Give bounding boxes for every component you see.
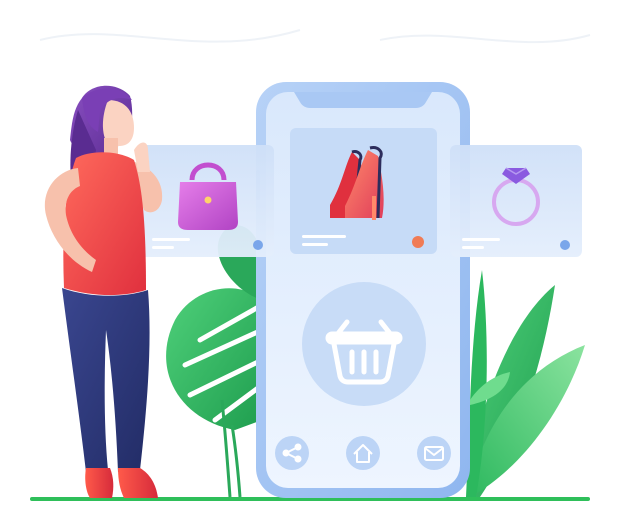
product-card-high-heels-button[interactable] — [290, 128, 437, 254]
monstera-leaf-left — [166, 225, 265, 498]
product-card-ring-button[interactable] — [450, 145, 582, 257]
illustration-canvas — [30, 29, 591, 501]
home-button[interactable] — [346, 436, 380, 470]
background-sketch — [39, 29, 591, 44]
basket-button[interactable] — [302, 282, 426, 406]
share-button[interactable] — [275, 436, 309, 470]
shopping-app-illustration — [0, 0, 626, 532]
product-card-handbag-button[interactable] — [140, 145, 274, 257]
mail-button[interactable] — [417, 436, 451, 470]
plant-leaves-right — [466, 270, 585, 497]
